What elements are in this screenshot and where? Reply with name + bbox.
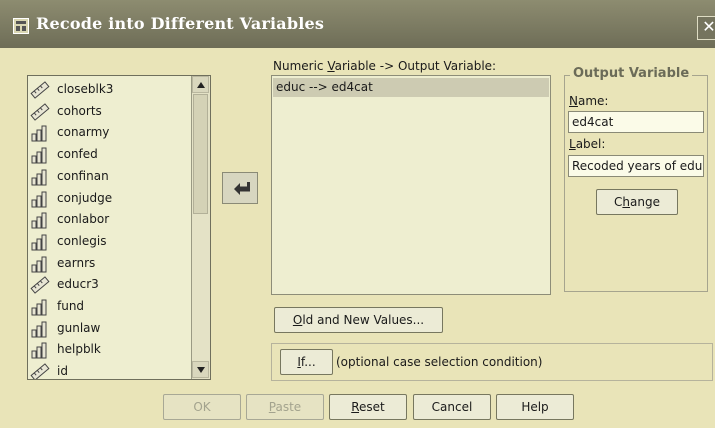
- variable-name: helpblk: [57, 342, 101, 357]
- paste-button[interactable]: Paste: [246, 394, 324, 420]
- variable-list-item[interactable]: earnrs: [30, 253, 190, 275]
- old-and-new-values-button[interactable]: Old and New Values...: [274, 307, 443, 333]
- arrow-left-icon: [234, 182, 250, 195]
- if-button[interactable]: If...: [280, 349, 333, 375]
- variable-name: id: [57, 364, 68, 379]
- scroll-up-arrow[interactable]: [192, 76, 209, 93]
- variable-name: confed: [57, 147, 98, 162]
- arrow-up-icon: [197, 82, 205, 88]
- help-button[interactable]: Help: [496, 394, 574, 420]
- ruler-icon: [30, 102, 50, 121]
- variable-list-item[interactable]: id: [30, 361, 190, 379]
- cancel-button[interactable]: Cancel: [413, 394, 491, 420]
- bar-chart-icon: [30, 233, 50, 251]
- move-variable-button[interactable]: [222, 172, 258, 204]
- name-label: Name:: [569, 94, 609, 108]
- name-field[interactable]: ed4cat: [568, 111, 704, 133]
- variable-list-item[interactable]: cohorts: [30, 101, 190, 123]
- title-bar[interactable]: Recode into Different Variables ✕: [0, 0, 715, 48]
- variable-list-item[interactable]: confed: [30, 144, 190, 166]
- close-button[interactable]: ✕: [697, 16, 715, 40]
- variable-list-item[interactable]: conlabor: [30, 209, 190, 231]
- arrow-down-icon: [197, 367, 205, 373]
- variable-list-scrollbar[interactable]: [191, 76, 210, 379]
- change-button[interactable]: Change: [596, 189, 678, 215]
- dialog-button-bar: OK Paste Reset Cancel Help: [0, 388, 715, 428]
- bar-chart-icon: [30, 124, 50, 142]
- window-title: Recode into Different Variables: [36, 14, 325, 33]
- output-variable-title: Output Variable: [570, 66, 693, 81]
- close-icon: ✕: [702, 17, 715, 36]
- label-field[interactable]: Recoded years of education: [568, 155, 704, 177]
- variable-list-item[interactable]: conlegis: [30, 231, 190, 253]
- ruler-icon: [30, 363, 50, 379]
- bar-chart-icon: [30, 190, 50, 208]
- bar-chart-icon: [30, 298, 50, 316]
- variable-name: confinan: [57, 168, 109, 183]
- variable-name: gunlaw: [57, 320, 101, 335]
- recode-icon: [13, 18, 29, 34]
- if-description: (optional case selection condition): [336, 355, 543, 369]
- scroll-thumb[interactable]: [193, 94, 208, 214]
- variable-list-item[interactable]: conarmy: [30, 122, 190, 144]
- mapping-label: Numeric Variable -> Output Variable:: [273, 59, 497, 73]
- mapping-list[interactable]: educ --> ed4cat: [271, 75, 551, 295]
- variable-name: fund: [57, 299, 85, 313]
- label-label: Label:: [569, 137, 606, 151]
- bar-chart-icon: [30, 320, 50, 338]
- variable-list-item[interactable]: helpblk: [30, 339, 190, 361]
- mapping-list-item[interactable]: educ --> ed4cat: [273, 78, 549, 97]
- variable-list-item[interactable]: closeblk3: [30, 79, 190, 101]
- variable-list-item[interactable]: conjudge: [30, 188, 190, 210]
- bar-chart-icon: [30, 255, 50, 273]
- scroll-down-arrow[interactable]: [192, 361, 209, 378]
- variable-name: cohorts: [57, 103, 102, 118]
- source-variable-list[interactable]: closeblk3 cohorts conarmy confed confinan con…: [27, 75, 211, 380]
- variable-name: conlabor: [57, 212, 110, 227]
- variable-list-item[interactable]: gunlaw: [30, 318, 190, 340]
- bar-chart-icon: [30, 168, 50, 186]
- reset-button[interactable]: Reset: [329, 394, 407, 420]
- ruler-icon: [30, 81, 50, 99]
- variable-name: conjudge: [57, 190, 113, 205]
- variable-list-item[interactable]: educr3: [30, 274, 190, 296]
- variable-name: conarmy: [57, 125, 110, 140]
- variable-list-item[interactable]: fund: [30, 296, 190, 318]
- variable-name: educr3: [57, 277, 99, 292]
- bar-chart-icon: [30, 341, 50, 359]
- variable-name: earnrs: [57, 255, 96, 270]
- bar-chart-icon: [30, 146, 50, 164]
- variable-name: conlegis: [57, 233, 107, 248]
- variable-list-item[interactable]: confinan: [30, 166, 190, 188]
- variable-name: closeblk3: [57, 82, 114, 96]
- ruler-icon: [30, 276, 50, 295]
- bar-chart-icon: [30, 211, 50, 229]
- ok-button[interactable]: OK: [163, 394, 241, 420]
